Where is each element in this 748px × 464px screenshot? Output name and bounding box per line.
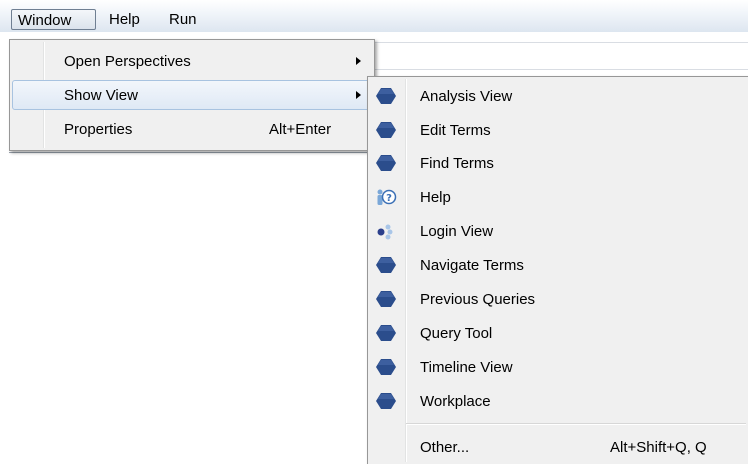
menu-item-label: Find Terms xyxy=(420,155,494,172)
menu-bar: Window Help Run xyxy=(0,0,748,32)
view-hexagon-icon xyxy=(376,88,396,104)
menu-item-analysis-view[interactable]: Analysis View xyxy=(370,81,746,111)
window-menu: Open Perspectives Show View Properties A… xyxy=(9,39,375,151)
menubar-help-label: Help xyxy=(109,11,140,28)
menu-item-login-view[interactable]: Login View xyxy=(370,216,746,246)
menu-item-label: Help xyxy=(420,189,451,206)
view-hexagon-icon xyxy=(376,257,396,273)
menu-item-shortcut: Alt+Enter xyxy=(269,121,332,138)
svg-text:?: ? xyxy=(386,193,392,204)
menu-item-query-tool[interactable]: Query Tool xyxy=(370,318,746,348)
menu-item-label: Login View xyxy=(420,223,494,240)
help-person-icon: ? xyxy=(377,189,397,205)
view-hexagon-icon xyxy=(376,291,396,307)
menubar-help[interactable]: Help xyxy=(103,9,146,30)
submenu-arrow-icon xyxy=(356,57,361,65)
view-hexagon-icon xyxy=(376,155,396,171)
menubar-run-label: Run xyxy=(169,11,197,28)
menu-item-help[interactable]: ? Help xyxy=(370,182,746,212)
menu-separator xyxy=(406,423,746,425)
menu-item-label: Show View xyxy=(64,87,138,104)
menu-item-show-view[interactable]: Show View xyxy=(12,80,372,110)
menu-item-label: Analysis View xyxy=(420,88,513,105)
menu-item-find-terms[interactable]: Find Terms xyxy=(370,148,746,178)
menu-item-label: Edit Terms xyxy=(420,122,491,139)
view-hexagon-icon xyxy=(376,122,396,138)
menu-item-shortcut: Alt+Shift+Q, Q xyxy=(610,439,707,456)
submenu-arrow-icon xyxy=(356,91,361,99)
menu-item-timeline-view[interactable]: Timeline View xyxy=(370,352,746,382)
menu-item-workplace[interactable]: Workplace xyxy=(370,386,746,416)
menu-item-label: Other... xyxy=(420,439,470,456)
menu-item-label: Query Tool xyxy=(420,325,493,342)
menu-item-previous-queries[interactable]: Previous Queries xyxy=(370,284,746,314)
menu-item-open-perspectives[interactable]: Open Perspectives xyxy=(12,46,372,76)
view-hexagon-icon xyxy=(376,393,396,409)
show-view-submenu: Analysis View Edit Terms Find Terms ? He… xyxy=(367,76,748,464)
menu-item-properties[interactable]: Properties Alt+Enter xyxy=(12,114,372,144)
menu-item-navigate-terms[interactable]: Navigate Terms xyxy=(370,250,746,280)
menu-item-label: Open Perspectives xyxy=(64,53,191,70)
login-dots-icon xyxy=(377,224,393,240)
menubar-window[interactable]: Window xyxy=(11,9,96,30)
editor-tab-strip xyxy=(375,42,748,70)
menu-item-label: Workplace xyxy=(420,393,491,410)
view-hexagon-icon xyxy=(376,325,396,341)
menubar-run[interactable]: Run xyxy=(163,9,203,30)
view-hexagon-icon xyxy=(376,359,396,375)
menu-item-edit-terms[interactable]: Edit Terms xyxy=(370,115,746,145)
menu-item-other[interactable]: Other... Alt+Shift+Q, Q xyxy=(370,432,746,462)
menu-item-label: Previous Queries xyxy=(420,291,536,308)
menu-item-label: Properties xyxy=(64,121,133,138)
menubar-window-label: Window xyxy=(18,12,72,29)
menu-item-label: Timeline View xyxy=(420,359,513,376)
menu-item-label: Navigate Terms xyxy=(420,257,524,274)
